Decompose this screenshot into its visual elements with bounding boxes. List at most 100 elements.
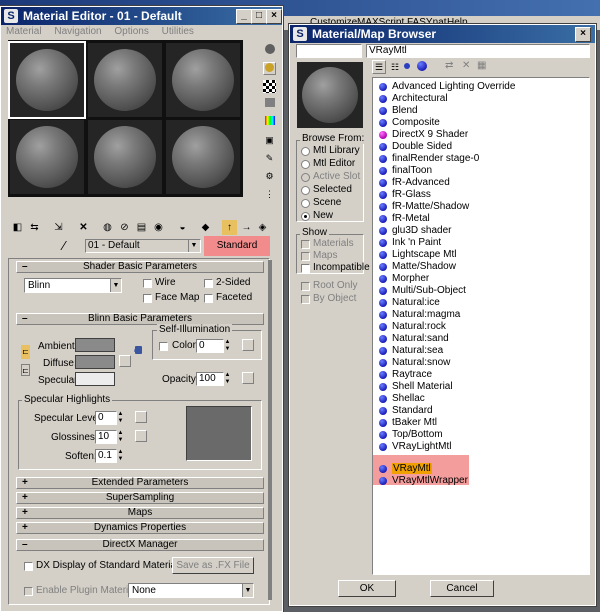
self-illum-spinner[interactable]: ▲ ▼ — [224, 339, 231, 353]
specular-level-field[interactable]: 0 — [95, 411, 117, 425]
list-item[interactable]: glu3D shader — [379, 225, 451, 237]
list-item[interactable]: finalToon — [379, 165, 432, 177]
by-object-checkbox[interactable] — [301, 295, 310, 304]
list-item[interactable]: Raytrace — [379, 369, 432, 381]
dx-display-checkbox[interactable] — [24, 562, 33, 571]
video-color-check-icon[interactable] — [263, 116, 276, 129]
browser-titlebar[interactable]: S Material/Map Browser × — [290, 25, 595, 43]
plugin-material-dropdown[interactable]: None ▼ — [128, 583, 254, 598]
glossiness-spinner[interactable]: ▲ ▼ — [117, 430, 124, 444]
make-copy-icon[interactable]: ◍ — [100, 220, 115, 235]
show-incompatible-checkbox[interactable] — [301, 264, 310, 273]
radio-mtl-editor[interactable] — [301, 160, 310, 169]
sample-slot-6[interactable] — [166, 120, 240, 194]
list-item[interactable]: fR-Metal — [379, 213, 430, 225]
list-item[interactable]: Composite — [379, 117, 440, 129]
menu-navigation[interactable]: Navigation — [54, 26, 101, 37]
opacity-spinner[interactable]: ▲ ▼ — [224, 372, 231, 386]
list-item[interactable]: fR-Advanced — [379, 177, 450, 189]
enable-plugin-checkbox[interactable] — [24, 587, 33, 596]
view-small-icons-button[interactable] — [404, 63, 410, 69]
specular-color-swatch[interactable] — [75, 372, 115, 386]
clear-library-icon[interactable]: ▦ — [477, 60, 486, 71]
list-item[interactable]: VRayLightMtl — [379, 441, 451, 453]
show-materials-checkbox[interactable] — [301, 240, 310, 249]
material-effects-channel-icon[interactable]: ◉ — [151, 220, 166, 235]
rollout-supersampling[interactable]: + SuperSampling — [16, 492, 264, 504]
go-to-parent-icon[interactable]: ↑ — [222, 220, 237, 235]
soften-spinner[interactable]: ▲ ▼ — [117, 449, 124, 463]
make-preview-icon[interactable]: ▣ — [263, 134, 276, 147]
rollout-shader-basic[interactable]: – Shader Basic Parameters — [16, 261, 264, 273]
material-name-field[interactable]: 01 - Default ▼ — [85, 239, 201, 253]
list-item[interactable]: fR-Matte/Shadow — [379, 201, 469, 213]
show-maps-checkbox[interactable] — [301, 252, 310, 261]
self-illum-map-button[interactable] — [242, 339, 254, 351]
eyedropper-icon[interactable]: ⁄ — [63, 238, 65, 253]
glossiness-map-button[interactable] — [135, 430, 147, 442]
diffuse-specular-lock-icon[interactable]: ⊏ — [21, 364, 30, 376]
list-item[interactable]: Lightscape Mtl — [379, 249, 456, 261]
list-item[interactable]: fR-Glass — [379, 189, 431, 201]
pick-from-object-icon[interactable]: ◈ — [255, 220, 270, 235]
cancel-button[interactable]: Cancel — [430, 580, 494, 597]
rollout-dynamics[interactable]: + Dynamics Properties — [16, 522, 264, 534]
maximize-button[interactable]: □ — [251, 9, 267, 24]
list-item[interactable]: Natural:magma — [379, 309, 460, 321]
menu-options[interactable]: Options — [114, 26, 148, 37]
shader-dropdown-arrow-icon[interactable]: ▼ — [110, 279, 121, 292]
sample-type-sphere-icon[interactable] — [263, 44, 276, 57]
wire-checkbox[interactable] — [143, 279, 152, 288]
ok-button[interactable]: OK — [338, 580, 396, 597]
list-item[interactable]: Natural:ice — [379, 297, 440, 309]
radio-mtl-library[interactable] — [301, 147, 310, 156]
radio-scene[interactable] — [301, 199, 310, 208]
get-material-icon[interactable]: ◧ — [10, 220, 25, 235]
view-large-icons-button[interactable] — [417, 61, 427, 71]
close-button[interactable]: × — [266, 9, 282, 24]
radio-selected[interactable] — [301, 186, 310, 195]
browser-name-field[interactable]: VRayMtl — [366, 44, 590, 58]
root-only-checkbox[interactable] — [301, 282, 310, 291]
shader-type-dropdown[interactable]: Blinn ▼ — [24, 278, 122, 293]
make-unique-icon[interactable]: ⊘ — [117, 220, 132, 235]
view-list-icons-button[interactable]: ☷ — [388, 60, 402, 74]
list-item[interactable]: Natural:sand — [379, 333, 449, 345]
backlight-icon[interactable] — [263, 62, 276, 75]
list-item[interactable]: Multi/Sub-Object — [379, 285, 466, 297]
minimize-button[interactable]: _ — [236, 9, 252, 24]
options-icon[interactable]: ✎ — [263, 152, 276, 165]
menu-material[interactable]: Material — [6, 26, 42, 37]
list-item[interactable]: Advanced Lighting Override — [379, 81, 515, 93]
diffuse-map-button[interactable] — [119, 355, 131, 367]
list-item[interactable]: Standard — [379, 405, 433, 417]
list-item[interactable]: Ink 'n Paint — [379, 237, 441, 249]
specular-level-map-button[interactable] — [135, 411, 147, 423]
material-list[interactable]: Advanced Lighting Override Architectural… — [372, 77, 590, 575]
sample-uv-tiling-icon[interactable] — [263, 98, 276, 111]
radio-new[interactable] — [301, 212, 310, 221]
list-item[interactable]: VRayMtlWrapper — [379, 475, 468, 487]
self-illum-color-checkbox[interactable] — [159, 342, 168, 351]
list-item[interactable]: DirectX 9 Shader — [379, 129, 468, 141]
rollout-directx[interactable]: – DirectX Manager — [16, 539, 264, 551]
put-to-scene-icon[interactable]: ⇆ — [27, 220, 42, 235]
sample-slot-3[interactable] — [166, 43, 240, 117]
material-navigator-icon[interactable]: ⋮ — [263, 188, 276, 201]
sample-slot-1[interactable] — [8, 41, 86, 119]
list-item[interactable]: Natural:snow — [379, 357, 450, 369]
update-scene-icon[interactable]: ⇄ — [445, 60, 453, 71]
ambient-diffuse-lock-icon[interactable]: ⊏ — [21, 345, 30, 359]
radio-active-slot[interactable] — [301, 173, 310, 182]
opacity-map-button[interactable] — [242, 372, 254, 384]
reset-map-icon[interactable]: ✕ — [76, 220, 91, 235]
put-to-library-icon[interactable]: ▤ — [134, 220, 149, 235]
material-editor-titlebar[interactable]: S Material Editor - 01 - Default _ □ × — [1, 7, 282, 25]
show-map-in-viewport-icon[interactable]: ◒ — [175, 220, 190, 235]
delete-from-library-icon[interactable]: ✕ — [462, 60, 470, 71]
go-forward-sibling-icon[interactable]: → — [239, 220, 254, 235]
list-item[interactable]: Top/Bottom — [379, 429, 443, 441]
list-item[interactable]: Natural:sea — [379, 345, 443, 357]
rollout-scrollbar[interactable] — [268, 260, 272, 600]
browser-close-button[interactable]: × — [575, 27, 591, 42]
